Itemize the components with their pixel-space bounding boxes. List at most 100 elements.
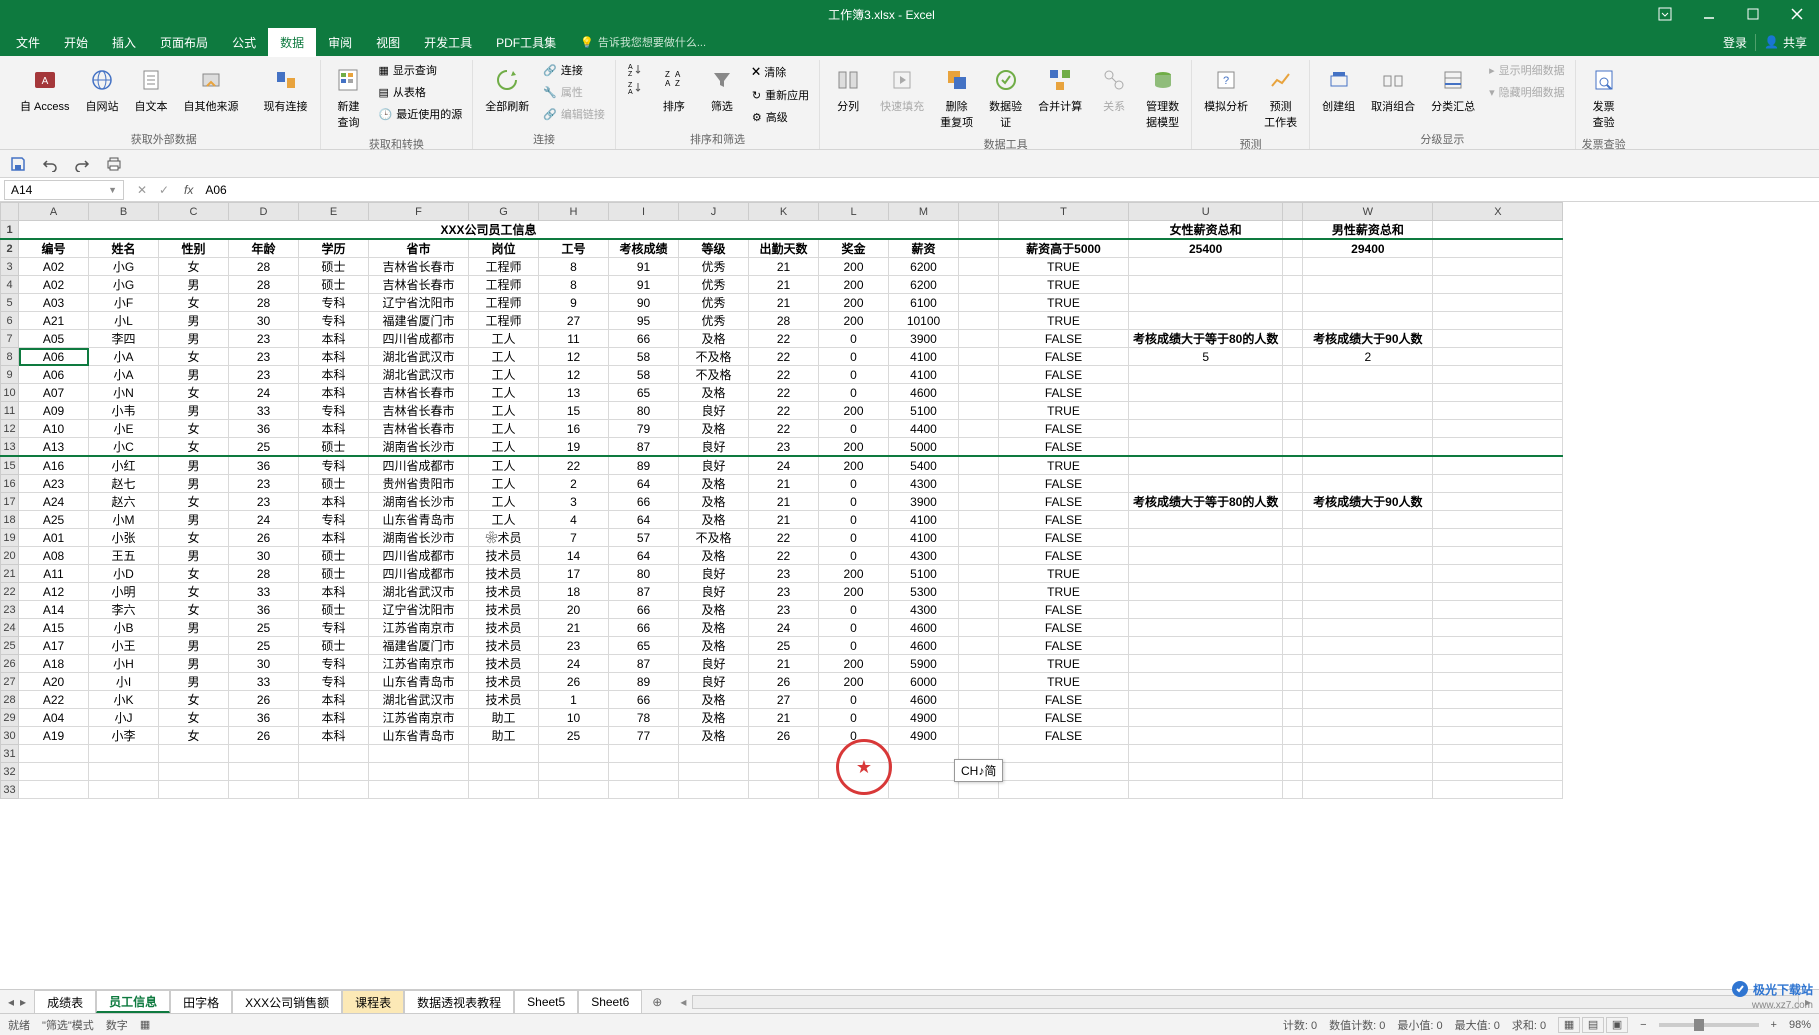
cell-23-11[interactable]: 0 [819, 601, 889, 619]
cell-16-2[interactable]: 男 [159, 475, 229, 493]
worksheet-grid[interactable]: ABCDEFGHIJKLMTUWX1XXX公司员工信息女性薪资总和男性薪资总和2… [0, 202, 1819, 989]
cell-18-4[interactable]: 专科 [299, 511, 369, 529]
cell-19-7[interactable]: 7 [539, 529, 609, 547]
row-header-12[interactable]: 12 [1, 420, 19, 438]
cell-7-6[interactable]: 工人 [469, 330, 539, 348]
cell-27-10[interactable]: 26 [749, 673, 819, 691]
cell-21-3[interactable]: 28 [229, 565, 299, 583]
edit-links-button[interactable]: 🔗编辑链接 [539, 104, 609, 124]
cell-15-10[interactable]: 24 [749, 456, 819, 475]
cell-22-4[interactable]: 本科 [299, 583, 369, 601]
cell-5-6[interactable]: 工程师 [469, 294, 539, 312]
cell-29-1[interactable]: 小J [89, 709, 159, 727]
cell-16-11[interactable]: 0 [819, 475, 889, 493]
cell-17-7[interactable]: 3 [539, 493, 609, 511]
cell-6-2[interactable]: 男 [159, 312, 229, 330]
zoom-in-button[interactable]: + [1771, 1019, 1777, 1031]
cell-30-7[interactable]: 25 [539, 727, 609, 745]
cell-12-3[interactable]: 36 [229, 420, 299, 438]
cell-19-9[interactable]: 不及格 [679, 529, 749, 547]
cell-13-1[interactable]: 小C [89, 438, 159, 457]
cell-11-10[interactable]: 22 [749, 402, 819, 420]
cell-29-12[interactable]: 4900 [889, 709, 959, 727]
cell-3-2[interactable]: 女 [159, 258, 229, 276]
cell-19-0[interactable]: A01 [19, 529, 89, 547]
cell-7-3[interactable]: 23 [229, 330, 299, 348]
new-query-button[interactable]: 新建 查询 [327, 60, 371, 134]
cell-4-2[interactable]: 男 [159, 276, 229, 294]
sort-za-button[interactable]: ZA [622, 78, 648, 96]
share-button[interactable]: 👤共享 [1755, 34, 1807, 51]
cell-27-0[interactable]: A20 [19, 673, 89, 691]
cell-27-7[interactable]: 26 [539, 673, 609, 691]
cell-18-11[interactable]: 0 [819, 511, 889, 529]
print-preview-button[interactable] [104, 154, 124, 174]
row-header-10[interactable]: 10 [1, 384, 19, 402]
connections-button[interactable]: 🔗连接 [539, 60, 609, 80]
ribbon-tab-8[interactable]: 开发工具 [412, 28, 484, 57]
cell-19-2[interactable]: 女 [159, 529, 229, 547]
cell-15-7[interactable]: 22 [539, 456, 609, 475]
properties-button[interactable]: 🔧属性 [539, 82, 609, 102]
close-button[interactable] [1775, 0, 1819, 28]
cell-6-3[interactable]: 30 [229, 312, 299, 330]
cell-22-6[interactable]: 技术员 [469, 583, 539, 601]
row-header-28[interactable]: 28 [1, 691, 19, 709]
cell-25-4[interactable]: 硕士 [299, 637, 369, 655]
refresh-all-button[interactable]: 全部刷新 [479, 60, 535, 118]
filter-button[interactable]: 筛选 [700, 60, 744, 118]
cell-26-12[interactable]: 5900 [889, 655, 959, 673]
cell-13-7[interactable]: 19 [539, 438, 609, 457]
cell-20-2[interactable]: 男 [159, 547, 229, 565]
cell-30-4[interactable]: 本科 [299, 727, 369, 745]
cell-25-3[interactable]: 25 [229, 637, 299, 655]
cell-27-8[interactable]: 89 [609, 673, 679, 691]
cell-26-1[interactable]: 小H [89, 655, 159, 673]
undo-button[interactable] [40, 154, 60, 174]
cell-24-9[interactable]: 及格 [679, 619, 749, 637]
existing-connections-button[interactable]: 现有连接 [258, 60, 314, 118]
cell-11-8[interactable]: 80 [609, 402, 679, 420]
cell-16-7[interactable]: 2 [539, 475, 609, 493]
from-other-button[interactable]: 自其他来源 [178, 60, 245, 118]
row-header-13[interactable]: 13 [1, 438, 19, 457]
cell-11-1[interactable]: 小韦 [89, 402, 159, 420]
cell-11-4[interactable]: 专科 [299, 402, 369, 420]
cell-23-1[interactable]: 李六 [89, 601, 159, 619]
cell-5-10[interactable]: 21 [749, 294, 819, 312]
cell-19-10[interactable]: 22 [749, 529, 819, 547]
cell-25-6[interactable]: 技术员 [469, 637, 539, 655]
cell-30-6[interactable]: 助工 [469, 727, 539, 745]
page-layout-button[interactable]: ▤ [1582, 1017, 1604, 1033]
row-header-18[interactable]: 18 [1, 511, 19, 529]
cell-10-2[interactable]: 女 [159, 384, 229, 402]
cell-27-4[interactable]: 专科 [299, 673, 369, 691]
cell-15-1[interactable]: 小红 [89, 456, 159, 475]
cell-15-2[interactable]: 男 [159, 456, 229, 475]
cell-3-4[interactable]: 硕士 [299, 258, 369, 276]
sort-button[interactable]: ZAAZ排序 [652, 60, 696, 118]
from-access-button[interactable]: A自 Access [14, 60, 76, 118]
cell-30-0[interactable]: A19 [19, 727, 89, 745]
cell-7-8[interactable]: 66 [609, 330, 679, 348]
cell-29-0[interactable]: A04 [19, 709, 89, 727]
cell-11-5[interactable]: 吉林省长春市 [369, 402, 469, 420]
sort-az-button[interactable]: AZ [622, 60, 648, 78]
cell-16-10[interactable]: 21 [749, 475, 819, 493]
show-detail-button[interactable]: ▸显示明细数据 [1485, 60, 1569, 80]
cell-22-11[interactable]: 200 [819, 583, 889, 601]
cell-7-9[interactable]: 及格 [679, 330, 749, 348]
cell-11-11[interactable]: 200 [819, 402, 889, 420]
cell-13-11[interactable]: 200 [819, 438, 889, 457]
col-header-E[interactable]: E [299, 203, 369, 221]
cell-25-1[interactable]: 小王 [89, 637, 159, 655]
cell-8-5[interactable]: 湖北省武汉市 [369, 348, 469, 366]
cell-18-10[interactable]: 21 [749, 511, 819, 529]
cell-19-12[interactable]: 4100 [889, 529, 959, 547]
cell-26-9[interactable]: 良好 [679, 655, 749, 673]
cell-10-4[interactable]: 本科 [299, 384, 369, 402]
sheet-tab-1[interactable]: 员工信息 [96, 990, 170, 1013]
cell-23-8[interactable]: 66 [609, 601, 679, 619]
forecast-sheet-button[interactable]: 预测 工作表 [1258, 60, 1303, 134]
cell-17-9[interactable]: 及格 [679, 493, 749, 511]
